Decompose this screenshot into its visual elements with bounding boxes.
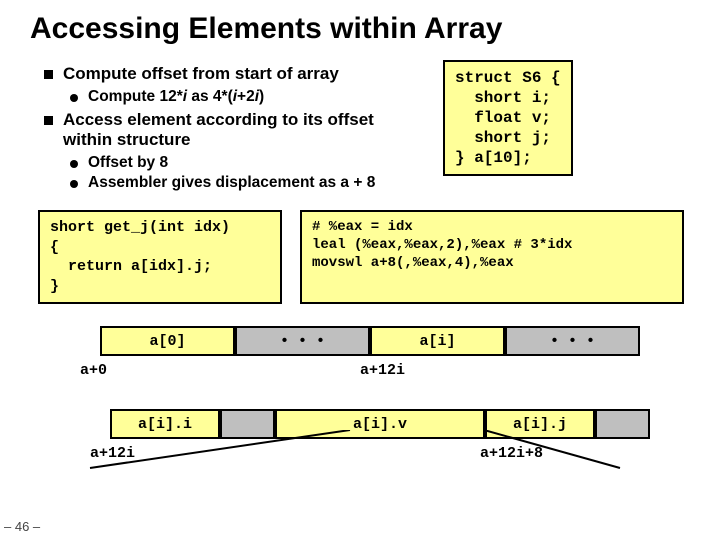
field-pad-2 <box>595 409 650 439</box>
field-pad-1 <box>220 409 275 439</box>
bullet-2b: Assembler gives displacement as a + 8 <box>70 174 425 192</box>
dot-bullet-icon <box>70 94 78 102</box>
page-number: – 46 – <box>4 519 40 534</box>
bullet-2a: Offset by 8 <box>70 154 425 172</box>
square-bullet-icon <box>44 116 53 125</box>
bullet-1-text: Compute offset from start of array <box>63 64 339 84</box>
addr-a12i: a+12i <box>360 362 405 379</box>
array-cell-dots-2: • • • <box>505 326 640 356</box>
fields-addr-right: a+12i+8 <box>480 445 543 462</box>
addr-a0: a+0 <box>80 362 360 379</box>
field-cell-v: a[i].v <box>275 409 485 439</box>
bullet-1a: Compute 12*i as 4*(i+2i) <box>70 88 425 106</box>
struct-code-box: struct S6 { short i; float v; short j; }… <box>443 60 573 176</box>
array-cell-dots-1: • • • <box>235 326 370 356</box>
square-bullet-icon <box>44 70 53 79</box>
field-cell-i: a[i].i <box>110 409 220 439</box>
dot-bullet-icon <box>70 160 78 168</box>
asm-code-box: # %eax = idx leal (%eax,%eax,2),%eax # 3… <box>300 210 684 304</box>
bullet-2b-text: Assembler gives displacement as a + 8 <box>88 174 375 192</box>
bullet-2: Access element according to its offset w… <box>44 110 425 150</box>
bullet-1a-text: Compute 12*i as 4*(i+2i) <box>88 88 264 106</box>
bullet-1: Compute offset from start of array <box>44 64 425 84</box>
memory-diagram: a[0] • • • a[i] • • • a+0 a+12i a[i].i a… <box>30 326 690 462</box>
dot-bullet-icon <box>70 180 78 188</box>
bullet-2a-text: Offset by 8 <box>88 154 168 172</box>
array-cell-0: a[0] <box>100 326 235 356</box>
c-code-box: short get_j(int idx) { return a[idx].j; … <box>38 210 282 304</box>
page-title: Accessing Elements within Array <box>30 12 690 46</box>
fields-addr-left: a+12i <box>90 445 480 462</box>
array-cell-i: a[i] <box>370 326 505 356</box>
bullet-2-text: Access element according to its offset w… <box>63 110 425 150</box>
field-cell-j: a[i].j <box>485 409 595 439</box>
